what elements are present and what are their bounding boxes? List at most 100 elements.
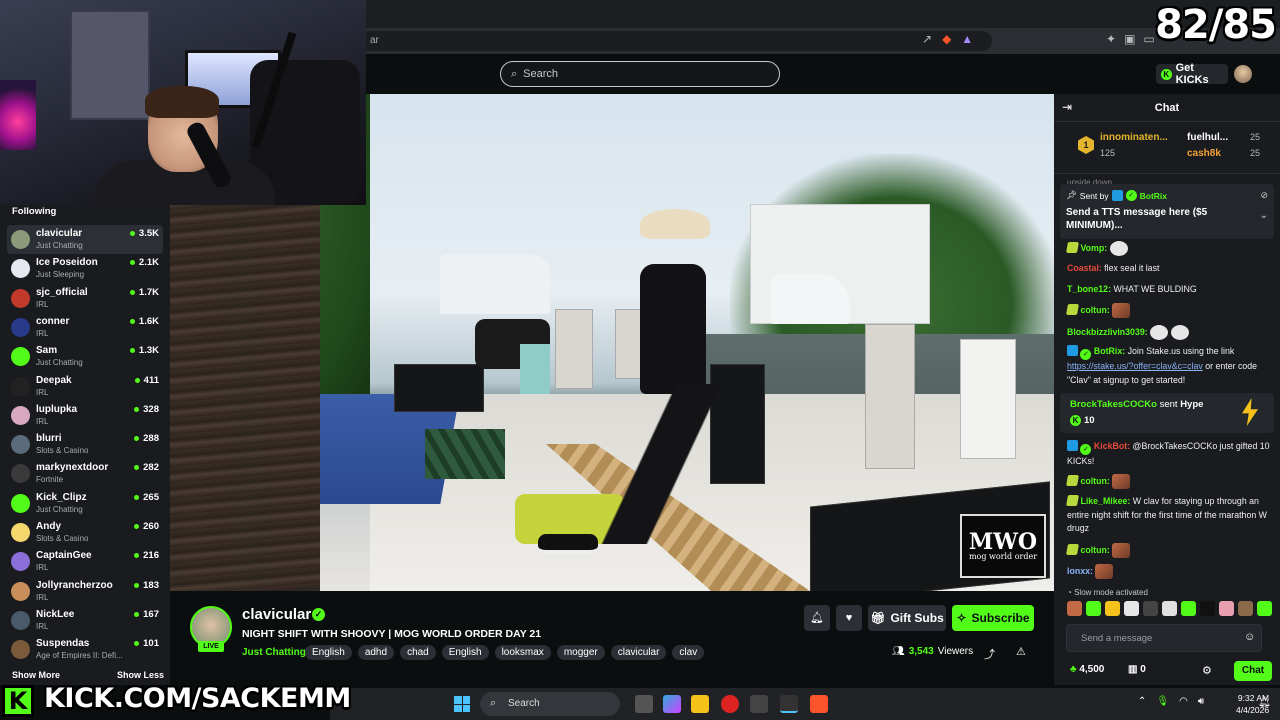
- leaderboard-second-name[interactable]: fuelhul...: [1187, 132, 1228, 143]
- notification-bell-button[interactable]: 🔔︎: [804, 605, 830, 631]
- taskbar-search[interactable]: ⌕ Search: [480, 692, 620, 716]
- streamer-name[interactable]: clavicular: [242, 606, 311, 623]
- sidebar-channel[interactable]: luplupka IRL 328: [7, 401, 163, 430]
- sidebar-channel[interactable]: sjc_official IRL 1.7K: [7, 284, 163, 313]
- address-bar[interactable]: ar: [360, 31, 992, 51]
- channel-name: Kick_Clipz: [36, 491, 87, 503]
- quick-emote[interactable]: [1143, 601, 1158, 616]
- chat-settings-gear-icon[interactable]: ⚙: [1202, 664, 1212, 677]
- channel-viewer-count: 1.3K: [138, 345, 159, 357]
- chat-username[interactable]: BotRix:: [1094, 346, 1125, 356]
- viewers-icon: 👥︎: [892, 646, 905, 657]
- stream-tag[interactable]: mogger: [556, 645, 605, 660]
- quick-emote[interactable]: [1219, 601, 1234, 616]
- get-kicks-button[interactable]: K Get KICKs: [1156, 62, 1228, 86]
- quick-emote[interactable]: [1086, 601, 1101, 616]
- channel-name: luplupka: [36, 403, 78, 415]
- quick-emote[interactable]: [1162, 601, 1177, 616]
- chat-message-input[interactable]: Send a message: [1066, 624, 1262, 652]
- volume-icon[interactable]: 🔊︎: [1198, 696, 1204, 707]
- expand-chevron-icon[interactable]: ⌄: [1260, 210, 1268, 221]
- sidebar-channel[interactable]: Deepak IRL 411: [7, 372, 163, 401]
- stream-tag[interactable]: clav: [672, 645, 705, 660]
- quick-emote[interactable]: [1257, 601, 1272, 616]
- stream-tag[interactable]: English: [441, 645, 489, 660]
- channel-viewers: 101: [134, 638, 159, 649]
- stream-tag[interactable]: adhd: [357, 645, 395, 660]
- rewards-counter[interactable]: ▥ 0: [1128, 664, 1146, 675]
- sidebar-channel[interactable]: markynextdoor Fortnite 282: [7, 459, 163, 488]
- leaderboard-first-name[interactable]: innominaten...: [1100, 132, 1168, 143]
- subscribe-button[interactable]: ✧ Subscribe: [952, 605, 1034, 631]
- stream-tag[interactable]: clavicular: [610, 645, 667, 660]
- chat-username[interactable]: lonxx:: [1067, 566, 1093, 576]
- sidebar-channel[interactable]: NickLee IRL 167: [7, 606, 163, 635]
- show-more-link[interactable]: Show More: [12, 670, 60, 680]
- unpin-icon[interactable]: ⊘: [1260, 190, 1268, 201]
- wallet-icon[interactable]: ▭: [1143, 32, 1154, 46]
- chat-link[interactable]: https://stake.us/?offer=clav&c=clav: [1067, 361, 1203, 371]
- brave-shield-icon[interactable]: ◆: [942, 32, 951, 46]
- chat-send-button[interactable]: Chat: [1234, 661, 1272, 681]
- follow-heart-button[interactable]: ♥: [836, 605, 862, 631]
- quick-emote[interactable]: [1105, 601, 1120, 616]
- copilot-icon[interactable]: [663, 695, 681, 713]
- sidebar-channel[interactable]: Sam Just Chatting 1.3K: [7, 342, 163, 371]
- chat-username[interactable]: coltun:: [1080, 305, 1109, 315]
- quick-emote[interactable]: [1181, 601, 1196, 616]
- notification-bell-icon[interactable]: 🔔︎: [1258, 697, 1271, 708]
- share-page-icon[interactable]: ↗: [922, 32, 932, 46]
- store-icon[interactable]: [750, 695, 768, 713]
- kicks-balance[interactable]: ♣ 4,500: [1070, 664, 1104, 675]
- quick-emote[interactable]: [1238, 601, 1253, 616]
- sidebar-toggle-icon[interactable]: ▣: [1124, 32, 1135, 46]
- file-explorer-icon[interactable]: [691, 695, 709, 713]
- report-flag-icon[interactable]: ⚠: [1016, 645, 1026, 658]
- network-icon[interactable]: ◠: [1179, 696, 1188, 707]
- emoji-picker-icon[interactable]: ☺: [1244, 631, 1255, 643]
- user-avatar[interactable]: [1234, 65, 1252, 83]
- sidebar-channel[interactable]: blurri Slots & Casino 288: [7, 430, 163, 459]
- search-input[interactable]: ⌕ Search: [500, 61, 780, 87]
- quick-emote[interactable]: [1200, 601, 1215, 616]
- chat-username[interactable]: Coastal:: [1067, 263, 1102, 273]
- gift-subs-button[interactable]: 🎁︎ Gift Subs: [868, 605, 946, 631]
- brave-icon[interactable]: [810, 695, 828, 713]
- share-icon[interactable]: ⤴: [984, 646, 995, 662]
- windows-start-icon[interactable]: [454, 696, 470, 712]
- pinned-message[interactable]: 📌︎ Sent by ✓ BotRix Send a TTS message h…: [1060, 184, 1274, 239]
- quick-emote[interactable]: [1067, 601, 1082, 616]
- sidebar-channel[interactable]: Ice Poseidon Just Sleeping 2.1K: [7, 254, 163, 283]
- sidebar-channel[interactable]: Kick_Clipz Just Chatting 265: [7, 489, 163, 518]
- sidebar-channel[interactable]: conner IRL 1.6K: [7, 313, 163, 342]
- extensions-icon[interactable]: ✦: [1106, 32, 1116, 46]
- stream-category[interactable]: Just Chatting: [242, 647, 306, 658]
- sidebar-channel[interactable]: clavicular Just Chatting 3.5K: [7, 225, 163, 254]
- hype-user[interactable]: BrockTakesCOCKo: [1070, 399, 1157, 410]
- sidebar-channel[interactable]: Jollyrancherzoo IRL 183: [7, 577, 163, 606]
- chat-username[interactable]: Like_Mikee:: [1080, 496, 1130, 506]
- stream-tag[interactable]: English: [305, 645, 352, 660]
- sidebar-channel[interactable]: Andy Slots & Casino 260: [7, 518, 163, 547]
- obs-icon[interactable]: [780, 695, 798, 713]
- chat-username[interactable]: coltun:: [1080, 476, 1109, 486]
- leaderboard-third-value: 25: [1250, 148, 1261, 158]
- chat-username[interactable]: T_bone12:: [1067, 284, 1111, 294]
- chat-username[interactable]: KickBot:: [1094, 441, 1130, 451]
- quick-emote[interactable]: [1124, 601, 1139, 616]
- sidebar-channel[interactable]: CaptainGee IRL 216: [7, 547, 163, 576]
- brave-rewards-icon[interactable]: ▲: [961, 32, 973, 46]
- opera-icon[interactable]: [721, 695, 739, 713]
- stream-tag[interactable]: looksmax: [494, 645, 551, 660]
- microphone-icon[interactable]: 🎙︎: [1156, 696, 1169, 707]
- chevron-up-icon[interactable]: ⌃: [1138, 696, 1146, 707]
- leaderboard-third-name[interactable]: cash8k: [1187, 148, 1221, 159]
- sidebar-channel[interactable]: Suspendas Age of Empires II: Defi... 101: [7, 635, 163, 664]
- task-view-icon[interactable]: [635, 695, 653, 713]
- chat-username[interactable]: Vomp:: [1080, 243, 1107, 253]
- chat-username[interactable]: coltun:: [1080, 545, 1109, 555]
- show-less-link[interactable]: Show Less: [117, 670, 164, 680]
- stream-tag[interactable]: chad: [400, 645, 436, 660]
- chat-message: ✓ KickBot: @BrockTakesCOCKo just gifted …: [1067, 440, 1272, 469]
- chat-username[interactable]: Blockbizzlivin3039:: [1067, 327, 1148, 337]
